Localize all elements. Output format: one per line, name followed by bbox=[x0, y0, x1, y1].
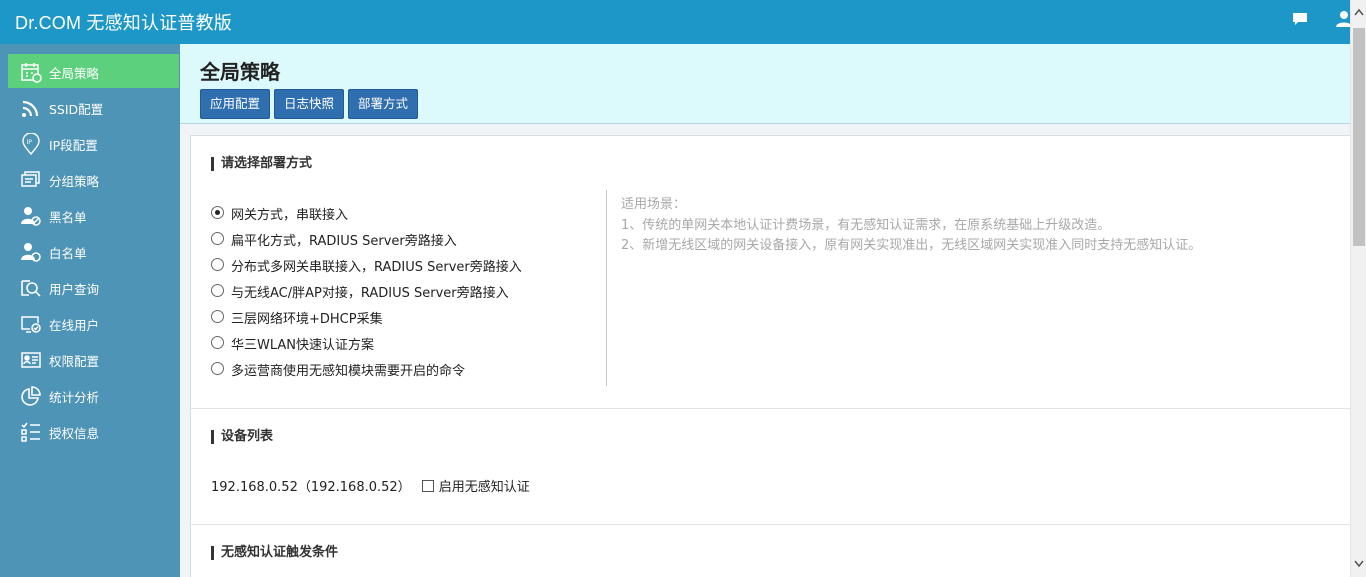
sidebar-item-global-policy[interactable]: 全局策略 bbox=[8, 54, 179, 88]
user-block-icon bbox=[21, 207, 41, 226]
page-title: 全局策略 bbox=[200, 60, 280, 84]
checklist-icon bbox=[21, 422, 40, 442]
section-divider bbox=[191, 524, 1350, 525]
radio-label: 扁平化方式，RADIUS Server旁路接入 bbox=[231, 234, 457, 249]
sidebar-item-group-policy[interactable]: 分组策略 bbox=[8, 162, 179, 196]
deploy-panel: 请选择部署方式 网关方式，串联接入 扁平化方式，RADIUS Server旁路接… bbox=[190, 135, 1350, 577]
location-pin-icon: IP bbox=[22, 133, 40, 155]
sidebar-item-label: 黑名单 bbox=[49, 210, 87, 225]
scroll-up-arrow-icon[interactable] bbox=[1354, 8, 1364, 16]
id-card-icon bbox=[21, 352, 41, 368]
sidebar-item-label: IP段配置 bbox=[49, 138, 98, 153]
scenario-line: 1、传统的单网关本地认证计费场景，有无感知认证需求，在原系统基础上升级改造。 bbox=[621, 218, 1111, 233]
search-icon bbox=[21, 280, 41, 297]
page-scrollbar[interactable] bbox=[1350, 0, 1366, 577]
sidebar-item-license[interactable]: 授权信息 bbox=[8, 414, 179, 448]
device-row: 192.168.0.52（192.168.0.52） 启用无感知认证 bbox=[211, 476, 530, 495]
app-title: Dr.COM 无感知认证普教版 bbox=[15, 13, 232, 33]
wifi-icon bbox=[22, 100, 39, 117]
radio-button[interactable] bbox=[211, 258, 224, 271]
radio-button[interactable] bbox=[211, 362, 224, 375]
group-icon bbox=[21, 171, 40, 187]
calendar-icon bbox=[21, 63, 42, 83]
vertical-divider bbox=[606, 190, 607, 386]
sidebar-item-ssid[interactable]: SSID配置 bbox=[8, 90, 179, 124]
device-name: 192.168.0.52（192.168.0.52） bbox=[211, 480, 411, 495]
top-bar: Dr.COM 无感知认证普教版 bbox=[0, 0, 1366, 44]
message-icon[interactable] bbox=[1292, 11, 1308, 27]
tab-app-config[interactable]: 应用配置 bbox=[200, 89, 270, 119]
radio-button[interactable] bbox=[211, 336, 224, 349]
scrollbar-thumb[interactable] bbox=[1353, 28, 1365, 246]
sidebar-item-label: 全局策略 bbox=[49, 66, 100, 81]
sidebar-item-statistics[interactable]: 统计分析 bbox=[8, 378, 179, 412]
sidebar-item-label: 在线用户 bbox=[49, 318, 100, 333]
main-content: 全局策略 应用配置 日志快照 部署方式 请选择部署方式 网关方式，串联接入 扁平… bbox=[180, 44, 1350, 577]
sidebar-item-user-query[interactable]: 用户查询 bbox=[8, 270, 179, 304]
sidebar-item-ip-range[interactable]: IP IP段配置 bbox=[8, 126, 179, 160]
monitor-check-icon bbox=[21, 316, 41, 333]
sidebar-item-permissions[interactable]: 权限配置 bbox=[8, 342, 179, 376]
radio-button[interactable] bbox=[211, 206, 224, 219]
radio-label: 多运营商使用无感知模块需要开启的命令 bbox=[231, 364, 466, 379]
scroll-down-arrow-icon[interactable] bbox=[1354, 560, 1364, 568]
radio-label: 与无线AC/胖AP对接，RADIUS Server旁路接入 bbox=[231, 286, 509, 301]
user-allow-icon bbox=[21, 243, 41, 262]
radio-button[interactable] bbox=[211, 310, 224, 323]
sidebar-item-online-users[interactable]: 在线用户 bbox=[8, 306, 179, 340]
pie-chart-icon bbox=[21, 386, 41, 406]
radio-label: 三层网络环境+DHCP采集 bbox=[231, 312, 383, 327]
radio-label: 华三WLAN快速认证方案 bbox=[231, 338, 375, 353]
sidebar-item-label: 统计分析 bbox=[49, 390, 100, 405]
section-divider bbox=[191, 408, 1350, 409]
radio-button[interactable] bbox=[211, 232, 224, 245]
svg-text:IP: IP bbox=[27, 139, 33, 146]
radio-label: 网关方式，串联接入 bbox=[231, 208, 349, 223]
sidebar-item-label: 用户查询 bbox=[49, 282, 100, 297]
sidebar-item-blacklist[interactable]: 黑名单 bbox=[8, 198, 179, 232]
sidebar-item-label: 权限配置 bbox=[49, 354, 100, 369]
enable-seamless-auth-checkbox[interactable] bbox=[421, 480, 434, 492]
sidebar: 全局策略 SSID配置 IP IP段配置 分组策略 黑名单 白名单 用户查询 在… bbox=[0, 44, 180, 577]
radio-button[interactable] bbox=[211, 284, 224, 297]
section-title-deploy: 请选择部署方式 bbox=[211, 157, 312, 171]
sidebar-item-label: 白名单 bbox=[49, 246, 87, 261]
tab-deploy-mode[interactable]: 部署方式 bbox=[348, 89, 418, 119]
scenario-heading: 适用场景： bbox=[621, 197, 687, 212]
sidebar-item-label: SSID配置 bbox=[49, 102, 104, 117]
sidebar-item-label: 授权信息 bbox=[49, 426, 100, 441]
section-title-devices: 设备列表 bbox=[211, 430, 273, 444]
sidebar-item-label: 分组策略 bbox=[49, 174, 100, 189]
page-header: 全局策略 应用配置 日志快照 部署方式 bbox=[180, 44, 1350, 124]
checkbox-label: 启用无感知认证 bbox=[438, 480, 530, 495]
sidebar-item-whitelist[interactable]: 白名单 bbox=[8, 234, 179, 268]
scenario-line: 2、新增无线区域的网关设备接入，原有网关实现准出，无线区域网关实现准入同时支持无… bbox=[621, 238, 1202, 253]
radio-label: 分布式多网关串联接入，RADIUS Server旁路接入 bbox=[231, 260, 522, 275]
tab-log-snapshot[interactable]: 日志快照 bbox=[274, 89, 344, 119]
section-title-trigger: 无感知认证触发条件 bbox=[211, 546, 338, 560]
